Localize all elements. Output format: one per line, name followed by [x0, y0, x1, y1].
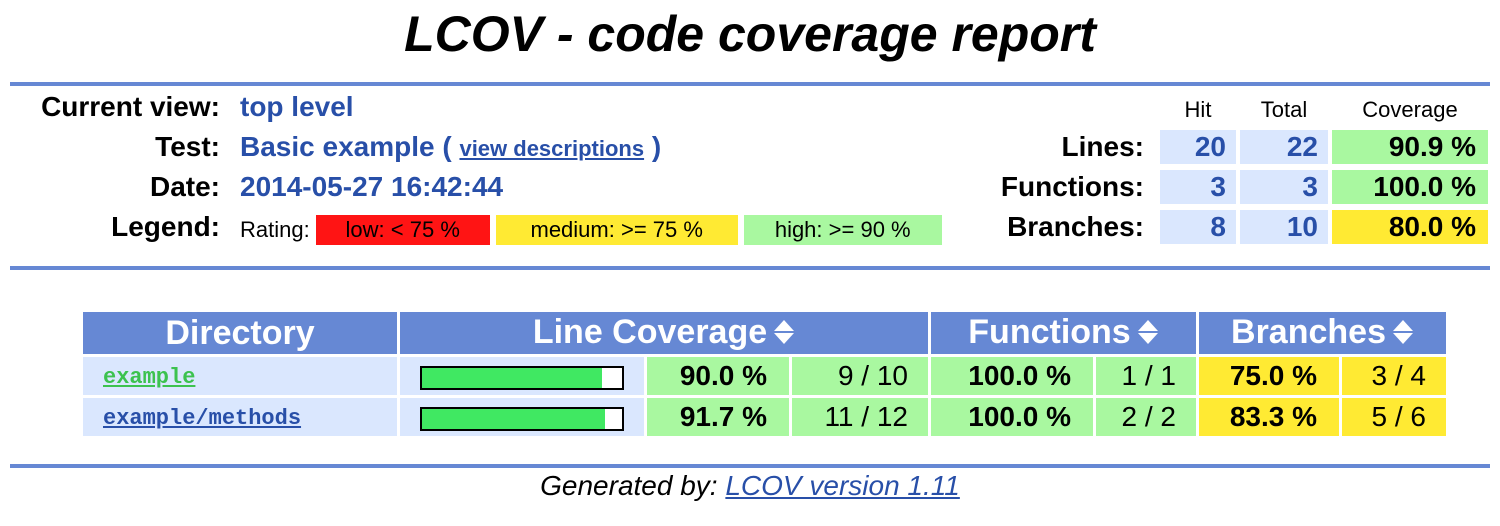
- header-line-coverage-label: Line Coverage: [532, 313, 768, 351]
- coverage-bar-fill: [422, 408, 606, 429]
- functions-percent: 100.0 %: [931, 398, 1093, 437]
- coverage-bar-cell: [400, 398, 644, 437]
- summary-branches-coverage: 80.0 %: [1332, 210, 1488, 244]
- line-coverage-count: 9 / 10: [792, 357, 928, 396]
- summary-col-total: Total: [1260, 97, 1308, 122]
- branches-percent: 75.0 %: [1199, 357, 1339, 396]
- header-directory-label: Directory: [165, 314, 315, 352]
- header-branches-label: Branches: [1231, 313, 1386, 351]
- summary-branches-hit: 8: [1160, 210, 1236, 244]
- sort-icon[interactable]: [1392, 314, 1414, 354]
- directory-table: Directory Line Coverage Functions Branch…: [80, 309, 1449, 439]
- view-descriptions-link[interactable]: view descriptions: [459, 136, 644, 161]
- summary-functions-hit: 3: [1160, 170, 1236, 204]
- summary-lines-coverage: 90.9 %: [1332, 130, 1488, 164]
- header-branches[interactable]: Branches: [1199, 312, 1446, 355]
- divider-top: [10, 82, 1490, 86]
- legend-medium: medium: >= 75 %: [495, 215, 738, 245]
- summary-col-hit: Hit: [1184, 97, 1212, 122]
- legend-low: low: < 75 %: [315, 215, 490, 245]
- line-coverage-percent: 90.0 %: [647, 357, 789, 396]
- divider-middle: [10, 266, 1490, 270]
- functions-count: 1 / 1: [1096, 357, 1196, 396]
- test-value: Basic example ( view descriptions ): [240, 130, 661, 166]
- sort-icon[interactable]: [1137, 314, 1159, 354]
- current-view-value: top level: [240, 91, 354, 122]
- branches-count: 5 / 6: [1342, 398, 1446, 437]
- divider-bottom: [10, 464, 1490, 468]
- date-value: 2014-05-27 16:42:44: [240, 171, 504, 202]
- summary-lines-hit: 20: [1160, 130, 1236, 164]
- header-directory: Directory: [83, 312, 397, 355]
- sort-icon[interactable]: [773, 314, 795, 354]
- current-view-label: Current view:: [41, 91, 220, 122]
- page-title: LCOV - code coverage report: [404, 6, 1096, 62]
- summary-col-coverage: Coverage: [1362, 97, 1458, 122]
- line-coverage-percent: 91.7 %: [647, 398, 789, 437]
- table-header-row: Directory Line Coverage Functions Branch…: [83, 312, 1446, 355]
- coverage-bar-cell: [400, 357, 644, 396]
- summary-branches-label: Branches:: [1007, 211, 1144, 242]
- coverage-bar: [420, 365, 624, 390]
- table-row: example 90.0 % 9 / 10 100.0 % 1 / 1 75.0…: [83, 357, 1446, 396]
- test-name: Basic example (: [240, 131, 452, 162]
- date-label: Date:: [149, 171, 220, 202]
- footer: Generated by: LCOV version 1.11: [0, 470, 1500, 502]
- functions-percent: 100.0 %: [931, 357, 1093, 396]
- coverage-bar-fill: [422, 367, 602, 388]
- generated-by-label: Generated by:: [540, 470, 718, 501]
- functions-count: 2 / 2: [1096, 398, 1196, 437]
- header-functions[interactable]: Functions: [931, 312, 1196, 355]
- directory-link-example-methods[interactable]: example/methods: [103, 406, 301, 431]
- branches-count: 3 / 4: [1342, 357, 1446, 396]
- line-coverage-count: 11 / 12: [792, 398, 928, 437]
- summary-branches-total: 10: [1240, 210, 1328, 244]
- header-functions-label: Functions: [968, 313, 1131, 351]
- summary-lines-total: 22: [1240, 130, 1328, 164]
- branches-percent: 83.3 %: [1199, 398, 1339, 437]
- header-line-coverage[interactable]: Line Coverage: [400, 312, 928, 355]
- directory-link-example[interactable]: example: [103, 365, 195, 390]
- test-label: Test:: [155, 131, 220, 162]
- directory-cell: example/methods: [83, 398, 397, 437]
- test-close-paren: ): [651, 131, 662, 162]
- lcov-version-link[interactable]: LCOV version 1.11: [725, 470, 960, 501]
- summary-functions-coverage: 100.0 %: [1332, 170, 1488, 204]
- summary-functions-total: 3: [1240, 170, 1328, 204]
- legend-rating-label: Rating:: [240, 217, 310, 242]
- summary-functions-label: Functions:: [1000, 171, 1144, 202]
- legend-label: Legend:: [111, 211, 220, 242]
- summary-lines-label: Lines:: [1061, 131, 1144, 162]
- directory-cell: example: [83, 357, 397, 396]
- legend: Rating: low: < 75 % medium: >= 75 % high…: [240, 214, 948, 246]
- coverage-bar: [420, 406, 624, 431]
- table-row: example/methods 91.7 % 11 / 12 100.0 % 2…: [83, 398, 1446, 437]
